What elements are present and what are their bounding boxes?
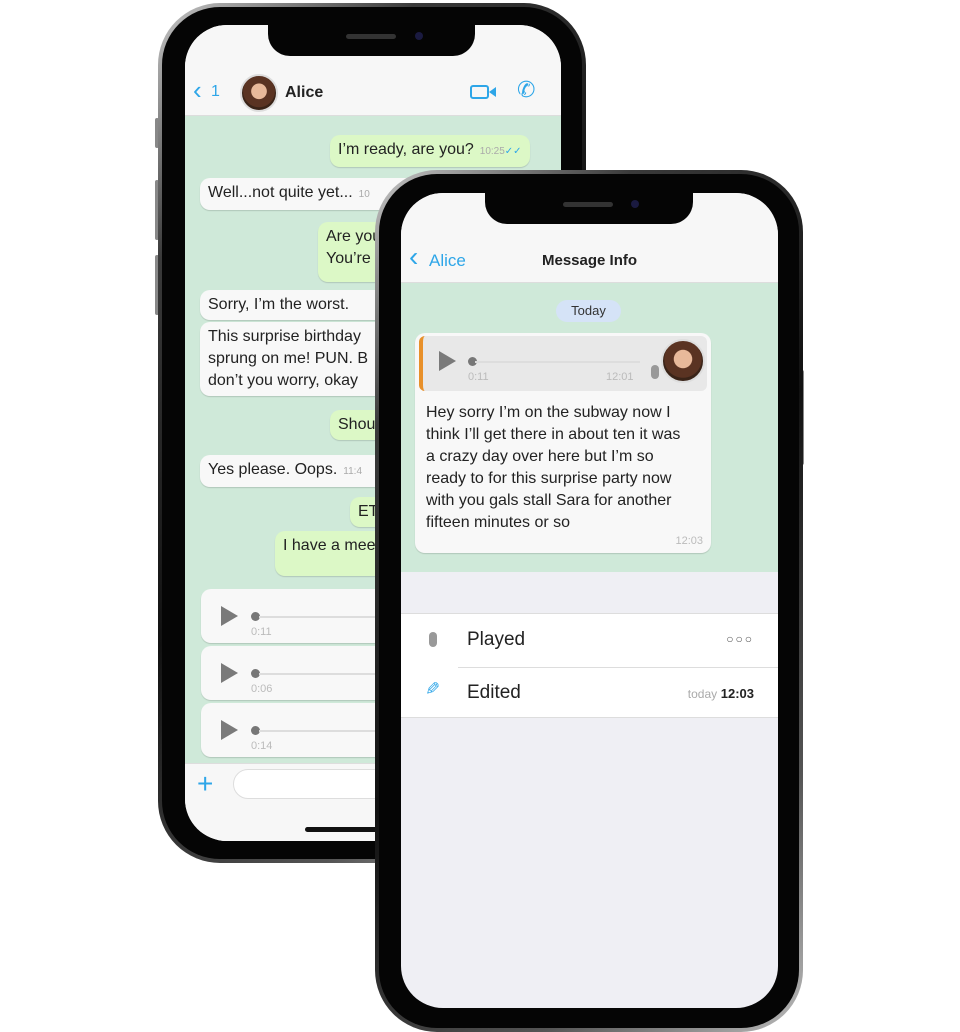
message-text: Shou <box>338 416 376 433</box>
pencil-icon: ✎ <box>425 679 441 699</box>
message-time: 10:25 <box>479 146 505 157</box>
back-chevron-icon[interactable]: ‹ <box>193 77 202 103</box>
notch <box>268 25 475 56</box>
message-text: I have a mee <box>283 537 376 554</box>
message-bubble-out[interactable]: I’m ready, are you? 10:25✓✓ <box>330 135 530 167</box>
microphone-icon <box>429 632 437 647</box>
microphone-icon <box>651 365 659 379</box>
avatar <box>661 339 705 383</box>
message-time: 10 <box>358 189 370 200</box>
message-text: Sorry, I’m the worst. <box>208 296 350 313</box>
message-text: Yes please. Oops. <box>208 461 338 478</box>
message-text: Hey sorry I’m on the subway now I think … <box>426 402 680 534</box>
voice-time: 12:01 <box>606 371 634 383</box>
front-screen: ‹ Alice Message Info Today 0:11 12:01 He… <box>401 193 778 1008</box>
info-row-value: today 12:03 <box>688 686 754 701</box>
message-line: a crazy day over here but I’m so <box>426 448 654 465</box>
read-status-dots: ○○○ <box>726 632 754 646</box>
info-list: Played ○○○ ✎ Edited today 12:03 <box>401 613 778 718</box>
date-pill: Today <box>556 300 621 322</box>
info-row-played[interactable]: Played ○○○ <box>401 614 778 667</box>
plus-icon[interactable]: + <box>197 768 213 800</box>
edited-time: 12:03 <box>720 686 754 701</box>
avatar[interactable] <box>240 74 278 112</box>
chat-area: Today 0:11 12:01 Hey sorry I’m on the su… <box>401 283 778 572</box>
info-row-label: Edited <box>467 682 521 703</box>
voice-duration: 0:06 <box>251 683 273 695</box>
voice-duration: 0:11 <box>251 626 272 638</box>
message-text: I’m ready, are you? <box>338 141 474 158</box>
video-camera-icon[interactable] <box>470 85 489 99</box>
voice-duration: 0:14 <box>251 740 273 752</box>
play-icon[interactable] <box>439 351 456 371</box>
info-row-edited[interactable]: ✎ Edited today 12:03 <box>401 668 778 719</box>
message-bubble-in[interactable]: 0:11 12:01 Hey sorry I’m on the subway n… <box>415 333 711 553</box>
quoted-voice-message[interactable]: 0:11 12:01 <box>419 336 707 391</box>
voice-duration: 0:11 <box>468 371 489 383</box>
message-line: with you gals stall Sara for another <box>426 492 672 509</box>
back-count[interactable]: 1 <box>211 83 220 101</box>
contact-name[interactable]: Alice <box>285 84 323 102</box>
notch <box>485 193 693 224</box>
play-icon[interactable] <box>221 720 238 740</box>
message-line: fifteen minutes or so <box>426 514 571 531</box>
video-camera-lens-icon <box>489 87 496 97</box>
phone-icon[interactable]: ✆ <box>517 77 535 103</box>
message-time: 12:03 <box>675 535 703 547</box>
page-title: Message Info <box>541 252 638 269</box>
info-row-label: Played <box>467 629 526 650</box>
play-icon[interactable] <box>221 606 238 626</box>
message-time: 11:4 <box>343 466 363 477</box>
message-line: think I’ll get there in about ten it was <box>426 426 681 443</box>
message-text: Well...not quite yet... <box>208 184 353 201</box>
progress-track[interactable] <box>475 361 640 363</box>
double-check-icon: ✓✓ <box>504 146 522 157</box>
message-line: ready to for this surprise party now <box>426 470 672 487</box>
message-line: Hey sorry I’m on the subway now I <box>426 404 671 421</box>
play-icon[interactable] <box>221 663 238 683</box>
edited-day: today <box>687 687 718 701</box>
